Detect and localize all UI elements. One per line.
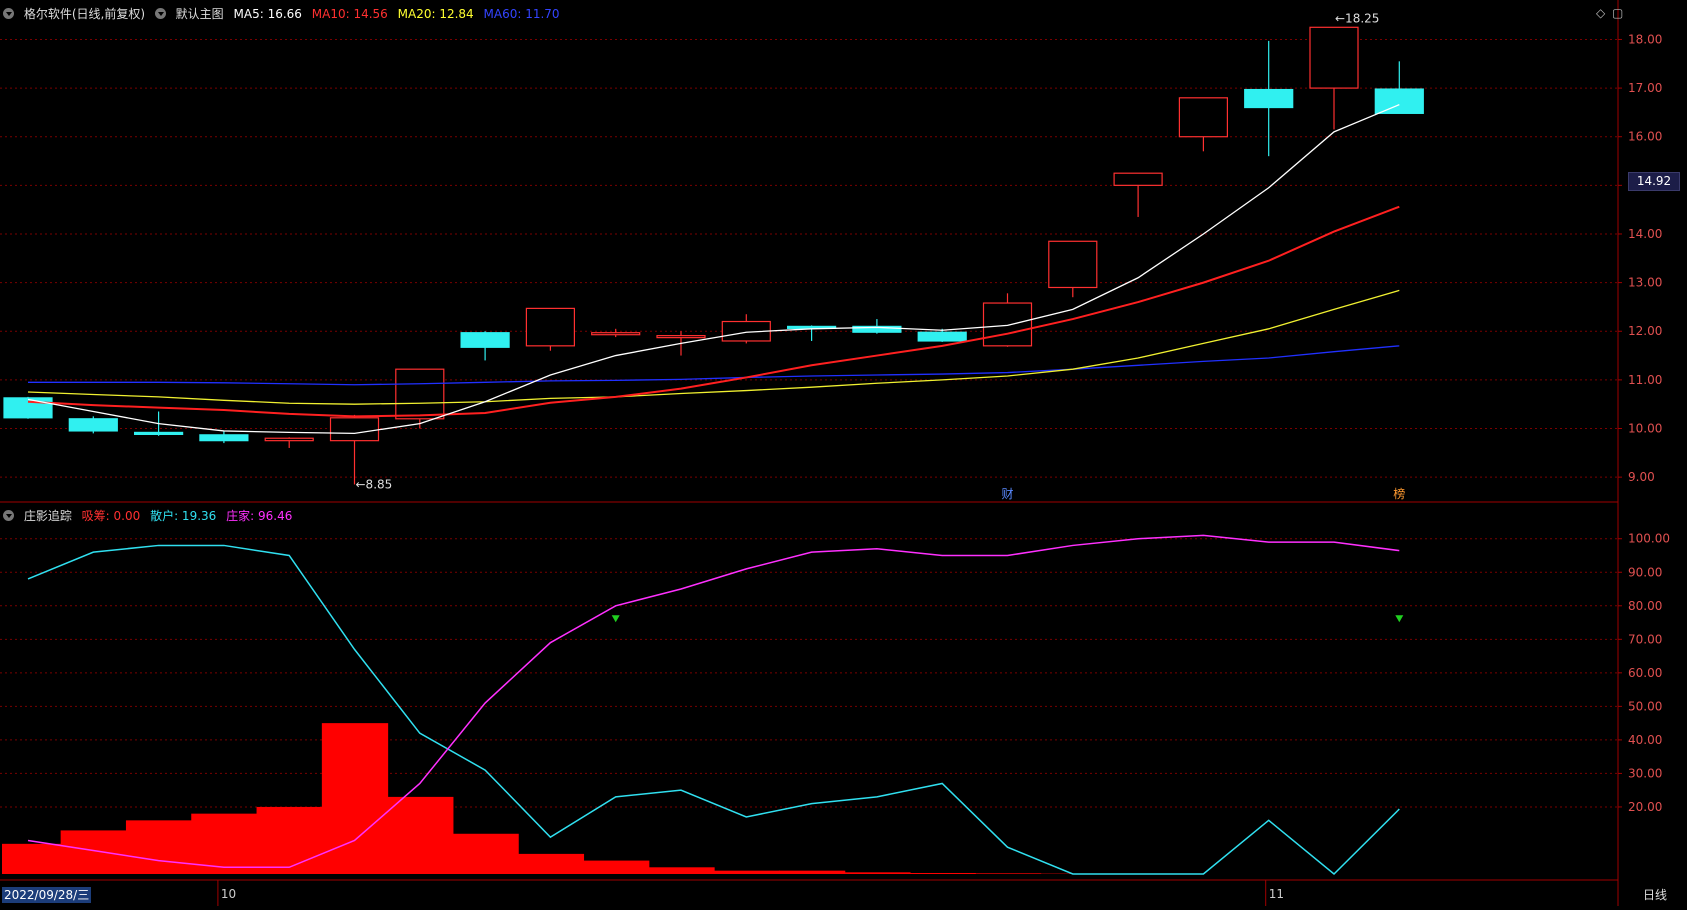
indicator-settings-icon[interactable]	[3, 510, 14, 521]
ma5-label: MA5: 16.66	[234, 7, 302, 21]
signal-arrow-icon	[612, 615, 620, 622]
candle-body	[1179, 98, 1227, 137]
absorb-bar	[322, 723, 388, 874]
period-button[interactable]: 日线	[1626, 886, 1684, 904]
candle-body	[1049, 241, 1097, 287]
candle-body	[984, 303, 1032, 346]
stock-title: 格尔软件(日线,前复权)	[24, 7, 145, 21]
indicator-tick-label: 100.00	[1628, 532, 1670, 546]
absorb-bar	[518, 854, 584, 874]
absorb-bar	[779, 871, 845, 874]
indicator-tick-label: 90.00	[1628, 565, 1662, 579]
ma5-line	[28, 105, 1399, 434]
candle-body	[135, 432, 183, 434]
price-tick-label: 12.00	[1628, 324, 1662, 338]
expand-icon[interactable]: ▢	[1612, 6, 1623, 20]
candle-body	[1114, 173, 1162, 185]
chart-settings-icon[interactable]	[155, 8, 166, 19]
indicator-name: 庄影追踪	[24, 509, 72, 523]
absorb-bar	[583, 861, 649, 874]
indicator-tick-label: 70.00	[1628, 632, 1662, 646]
candle-body	[461, 333, 509, 348]
candle-body	[396, 369, 444, 419]
indicator-tick-label: 60.00	[1628, 666, 1662, 680]
candle-body	[1245, 90, 1293, 108]
current-price-tag: 14.92	[1628, 172, 1680, 191]
absorb-bar	[975, 873, 1041, 874]
candle-body	[1310, 27, 1358, 88]
candle-body	[592, 333, 640, 335]
diamond-icon[interactable]: ◇	[1596, 6, 1605, 20]
absorb-bar	[2, 844, 68, 874]
absorb-bar	[714, 871, 780, 874]
indicator-tick-label: 20.00	[1628, 800, 1662, 814]
candle-body	[331, 418, 379, 441]
event-mark: 榜	[1393, 486, 1405, 501]
date-label: 2022/09/28/三	[2, 887, 91, 903]
absorb-bar	[648, 867, 714, 874]
price-tick-label: 11.00	[1628, 373, 1662, 387]
price-tick-label: 13.00	[1628, 276, 1662, 290]
candle-body	[265, 438, 313, 440]
price-tick-label: 10.00	[1628, 422, 1662, 436]
kline-chart: 18.0017.0016.0015.0014.0013.0012.0011.00…	[0, 0, 1687, 906]
ma20-line	[28, 290, 1399, 404]
event-mark: 财	[1002, 487, 1014, 501]
candle-body	[1375, 89, 1423, 113]
chart-name: 默认主图	[176, 7, 224, 21]
banker-label: 庄家: 96.46	[226, 509, 292, 523]
price-tick-label: 18.00	[1628, 32, 1662, 46]
price-tick-label: 17.00	[1628, 81, 1662, 95]
absorb-label: 吸筹: 0.00	[82, 509, 141, 523]
settings-icon[interactable]	[3, 8, 14, 19]
extreme-price-label: ←18.25	[1335, 11, 1379, 25]
ma10-line	[28, 207, 1399, 417]
absorb-bar	[844, 872, 910, 874]
main-chart-header: 格尔软件(日线,前复权) 默认主图 MA5: 16.66 MA10: 14.56…	[3, 5, 566, 22]
absorb-bar	[387, 797, 453, 874]
candle-body	[4, 398, 52, 418]
indicator-header: 庄影追踪 吸筹: 0.00 散户: 19.36 庄家: 96.46	[3, 507, 298, 524]
price-tick-label: 14.00	[1628, 227, 1662, 241]
ma10-label: MA10: 14.56	[312, 7, 388, 21]
retail-label: 散户: 19.36	[150, 509, 216, 523]
chart-stage: 18.0017.0016.0015.0014.0013.0012.0011.00…	[0, 0, 1687, 906]
absorb-bar	[126, 820, 192, 874]
month-label: 11	[1269, 887, 1284, 901]
absorb-bar	[61, 830, 127, 874]
indicator-tick-label: 80.00	[1628, 599, 1662, 613]
signal-arrow-icon	[1395, 615, 1403, 622]
price-tick-label: 9.00	[1628, 470, 1655, 484]
candle-body	[69, 419, 117, 431]
indicator-tick-label: 30.00	[1628, 766, 1662, 780]
ma20-label: MA20: 12.84	[398, 7, 474, 21]
price-tick-label: 16.00	[1628, 130, 1662, 144]
candle-body	[918, 332, 966, 341]
absorb-bar	[257, 807, 323, 874]
candle-body	[657, 336, 705, 338]
absorb-bar	[910, 873, 976, 874]
candle-body	[200, 435, 248, 441]
candle-body	[526, 308, 574, 345]
absorb-bar	[452, 834, 518, 874]
ma60-line	[28, 346, 1399, 385]
indicator-tick-label: 50.00	[1628, 699, 1662, 713]
month-label: 10	[221, 887, 236, 901]
ma60-label: MA60: 11.70	[484, 7, 560, 21]
indicator-tick-label: 40.00	[1628, 733, 1662, 747]
extreme-price-label: ←8.85	[356, 477, 393, 491]
